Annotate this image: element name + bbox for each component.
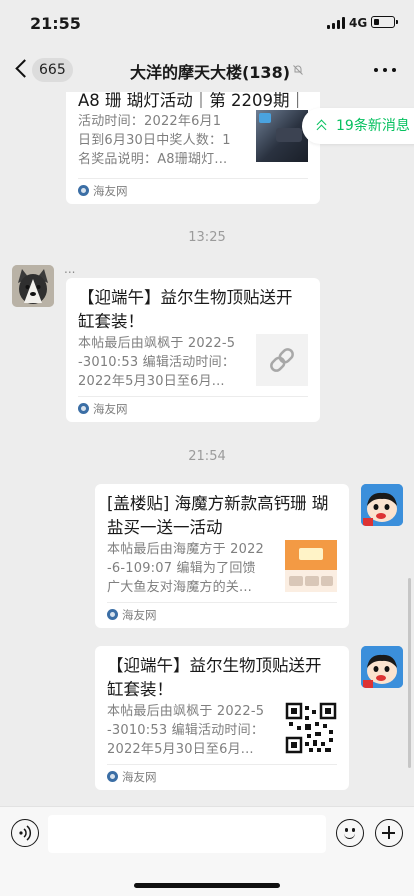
unread-count-badge: 665: [32, 58, 73, 82]
voice-icon: [19, 825, 32, 841]
back-chevron-icon: [15, 59, 34, 78]
source-logo-icon: [78, 403, 89, 414]
status-bar: 21:55 4G: [0, 0, 414, 48]
link-card[interactable]: 【迎端午】益尔生物顶贴送开 缸套装！ 本帖最后由飒枫于 2022-5 -3010…: [66, 278, 320, 422]
scrollbar[interactable]: [408, 578, 411, 768]
source-logo-icon: [107, 771, 118, 782]
card-divider: [107, 602, 337, 603]
card-title: 【迎端午】益尔生物顶贴送开 缸套装！: [78, 288, 293, 331]
link-card[interactable]: A8 珊 瑚灯活动｜第 2209期｜ 活动时间：2022年6月1 日到6月30日…: [66, 92, 320, 204]
message-input[interactable]: [48, 815, 326, 853]
card-description: 活动时间：2022年6月1 日到6月30日中奖人数：1 名奖品说明：A8珊瑚灯.…: [78, 114, 231, 167]
avatar[interactable]: [12, 265, 54, 307]
cartoon-boy-avatar-icon: [361, 484, 403, 526]
nav-bar: 665 大洋的摩天大楼(138): [0, 48, 414, 92]
card-source: 海友网: [107, 770, 157, 784]
link-thumbnail: [256, 334, 308, 386]
status-time: 21:55: [30, 14, 81, 33]
card-divider: [78, 178, 308, 179]
source-logo-icon: [78, 185, 89, 196]
voice-input-button[interactable]: [11, 819, 39, 847]
emoji-button[interactable]: [336, 819, 364, 847]
chevron-up-icon: [316, 124, 327, 135]
dog-avatar-icon: [12, 265, 54, 307]
promo-thumbnail: [285, 540, 337, 592]
link-card[interactable]: [盖楼贴] 海魔方新款高钙珊 瑚 盐买一送一活动 本帖最后由海魔方于 2022 …: [95, 484, 349, 628]
more-options-button[interactable]: [372, 66, 398, 74]
aquarium-thumbnail: [256, 110, 308, 162]
timestamp: 13:25: [188, 230, 226, 245]
card-divider: [78, 396, 308, 397]
emoji-icon: [345, 828, 348, 832]
card-source: 海友网: [107, 608, 157, 622]
card-title: 【迎端午】益尔生物顶贴送开 缸套装！: [107, 656, 322, 699]
mute-bell-icon: [293, 65, 303, 75]
card-source: 海友网: [78, 184, 128, 198]
more-functions-button[interactable]: [375, 819, 403, 847]
sender-name: ...: [64, 262, 76, 276]
qr-code-icon: [285, 702, 337, 754]
new-messages-button[interactable]: 19条新消息: [302, 108, 414, 144]
card-description: 本帖最后由飒枫于 2022-5 -3010:53 编辑活动时间： 2022年5月…: [107, 704, 265, 757]
qr-code-thumbnail: [285, 702, 337, 754]
network-type: 4G: [349, 16, 368, 30]
back-button[interactable]: 665: [10, 56, 74, 84]
battery-icon: [371, 16, 398, 28]
chat-title: 大洋的摩天大楼(138): [129, 63, 291, 82]
source-logo-icon: [107, 609, 118, 620]
card-title: [盖楼贴] 海魔方新款高钙珊 瑚 盐买一送一活动: [107, 494, 329, 537]
home-indicator: [134, 883, 280, 888]
signal-icon: [327, 17, 345, 29]
link-icon: [270, 348, 294, 372]
my-avatar[interactable]: [361, 484, 403, 526]
input-bar: [0, 806, 414, 896]
chat-area[interactable]: A8 珊 瑚灯活动｜第 2209期｜ 活动时间：2022年6月1 日到6月30日…: [0, 92, 414, 806]
card-divider: [107, 764, 337, 765]
my-avatar[interactable]: [361, 646, 403, 688]
card-source: 海友网: [78, 402, 128, 416]
card-description: 本帖最后由飒枫于 2022-5 -3010:53 编辑活动时间： 2022年5月…: [78, 336, 236, 389]
card-description: 本帖最后由海魔方于 2022 -6-109:07 编辑为了回馈 广大鱼友对海魔方…: [107, 542, 265, 595]
timestamp: 21:54: [188, 449, 226, 464]
cartoon-boy-avatar-icon: [361, 646, 403, 688]
link-card[interactable]: 【迎端午】益尔生物顶贴送开 缸套装！ 本帖最后由飒枫于 2022-5 -3010…: [95, 646, 349, 790]
